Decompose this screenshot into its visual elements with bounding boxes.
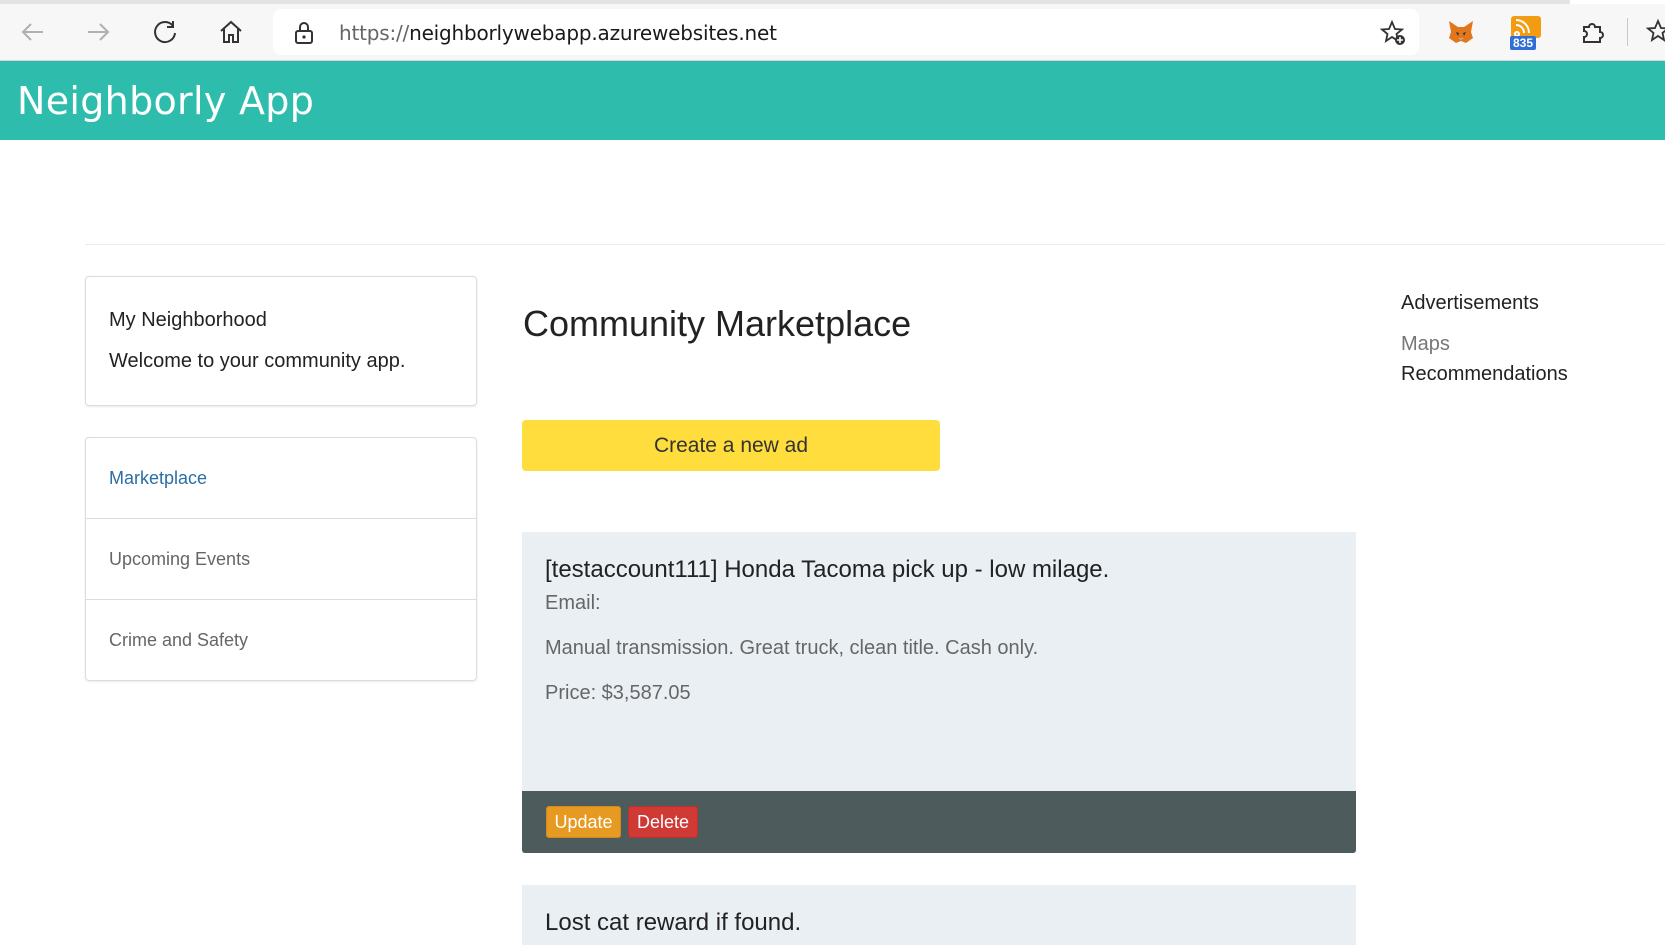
star-icon [1645, 18, 1665, 42]
ad-card: [testaccount111] Honda Tacoma pick up - … [522, 532, 1356, 853]
welcome-heading: My Neighborhood [109, 309, 267, 331]
app-title[interactable]: Neighborly App [17, 79, 314, 123]
home-button[interactable] [213, 14, 249, 50]
metamask-extension[interactable] [1443, 14, 1479, 50]
puzzle-icon [1583, 23, 1604, 43]
page-title: Community Marketplace [523, 303, 912, 344]
ad-title: [testaccount111] Honda Tacoma pick up - … [545, 556, 1110, 583]
delete-button[interactable]: Delete [628, 806, 698, 838]
tab-strip [0, 0, 1665, 4]
arrow-right-icon [88, 23, 110, 41]
divider [85, 244, 1665, 245]
browser-toolbar: https://neighborlywebapp.azurewebsites.n… [0, 0, 1665, 61]
recommendations-link[interactable]: Recommendations [1401, 363, 1568, 386]
fox-icon [1449, 21, 1473, 43]
welcome-card: My Neighborhood Welcome to your communit… [85, 276, 477, 406]
favorites-button[interactable] [1640, 14, 1665, 50]
ad-email: Email: [545, 592, 601, 614]
lock-icon [295, 22, 313, 44]
toolbar-divider [1627, 18, 1628, 46]
app-header: Neighborly App [0, 61, 1665, 140]
create-ad-button[interactable]: Create a new ad [522, 420, 940, 471]
reload-icon [154, 21, 176, 44]
rss-extension[interactable]: 835 [1508, 14, 1544, 50]
maps-link[interactable]: Maps [1401, 333, 1450, 356]
advertisements-heading: Advertisements [1401, 292, 1539, 314]
sidebar-item-marketplace[interactable]: Marketplace [86, 438, 476, 519]
url-text: https://neighborlywebapp.azurewebsites.n… [339, 21, 777, 45]
address-bar[interactable]: https://neighborlywebapp.azurewebsites.n… [273, 9, 1419, 55]
forward-button[interactable] [80, 14, 116, 50]
ad-description: Manual transmission. Great truck, clean … [545, 637, 1039, 659]
sidebar-item-crime-and-safety[interactable]: Crime and Safety [86, 600, 476, 681]
add-favorite-icon[interactable] [1379, 19, 1407, 47]
reload-button[interactable] [147, 14, 183, 50]
extensions-button[interactable] [1574, 14, 1610, 50]
sidebar-nav: Marketplace Upcoming Events Crime and Sa… [85, 437, 477, 681]
sidebar-item-upcoming-events[interactable]: Upcoming Events [86, 519, 476, 600]
update-button[interactable]: Update [546, 806, 621, 838]
rss-icon [1511, 16, 1541, 38]
arrow-left-icon [21, 23, 43, 41]
back-button[interactable] [15, 14, 51, 50]
ad-actions: Update Delete [522, 791, 1356, 853]
ad-title: Lost cat reward if found. [545, 909, 802, 936]
home-icon [220, 20, 242, 43]
ad-price: Price: $3,587.05 [545, 682, 691, 704]
ad-card: Lost cat reward if found. [522, 885, 1356, 945]
welcome-text: Welcome to your community app. [109, 350, 406, 372]
rss-count-badge: 835 [1510, 36, 1537, 50]
